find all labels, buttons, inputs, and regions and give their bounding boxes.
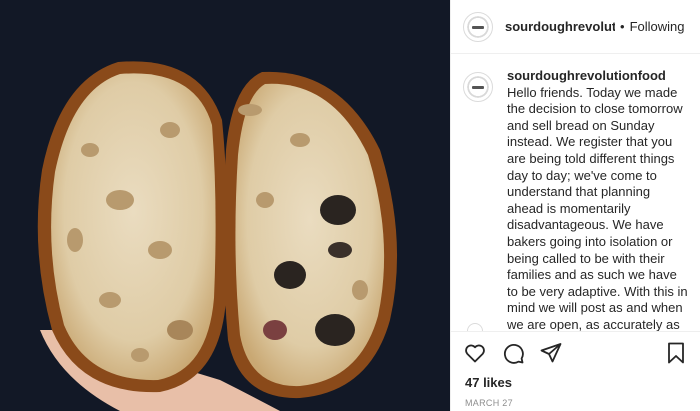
share-icon	[540, 342, 562, 362]
save-button[interactable]	[664, 341, 688, 365]
like-button[interactable]	[463, 341, 487, 365]
post-date[interactable]: MARCH 27	[451, 390, 700, 408]
separator-dot: •	[620, 19, 625, 34]
caption-body: sourdoughrevolutionfood Hello friends. T…	[507, 68, 688, 331]
bookmark-icon	[668, 342, 684, 363]
avatar[interactable]	[463, 11, 493, 42]
following-button[interactable]: Following	[630, 19, 685, 34]
comment-button[interactable]	[501, 341, 525, 365]
caption-text: Hello friends. Today we made the decisio…	[507, 84, 688, 331]
post-photo[interactable]	[0, 0, 450, 411]
heart-icon	[465, 344, 485, 362]
share-button[interactable]	[539, 341, 563, 365]
likes-count[interactable]: 47 likes	[451, 373, 700, 390]
header-username[interactable]: sourdoughrevolutior	[505, 19, 615, 34]
action-bar	[451, 331, 700, 373]
post-header: sourdoughrevolutior • Following	[451, 0, 700, 54]
post-sidebar: sourdoughrevolutior • Following sourdoug…	[450, 0, 700, 411]
caption-avatar[interactable]	[463, 72, 493, 102]
comments-section: sourdoughrevolutionfood Hello friends. T…	[451, 54, 700, 331]
caption-username[interactable]: sourdoughrevolutionfood	[507, 68, 666, 83]
comment-icon	[504, 343, 524, 364]
caption: sourdoughrevolutionfood Hello friends. T…	[463, 68, 688, 331]
bread-loaf-image	[0, 0, 450, 411]
